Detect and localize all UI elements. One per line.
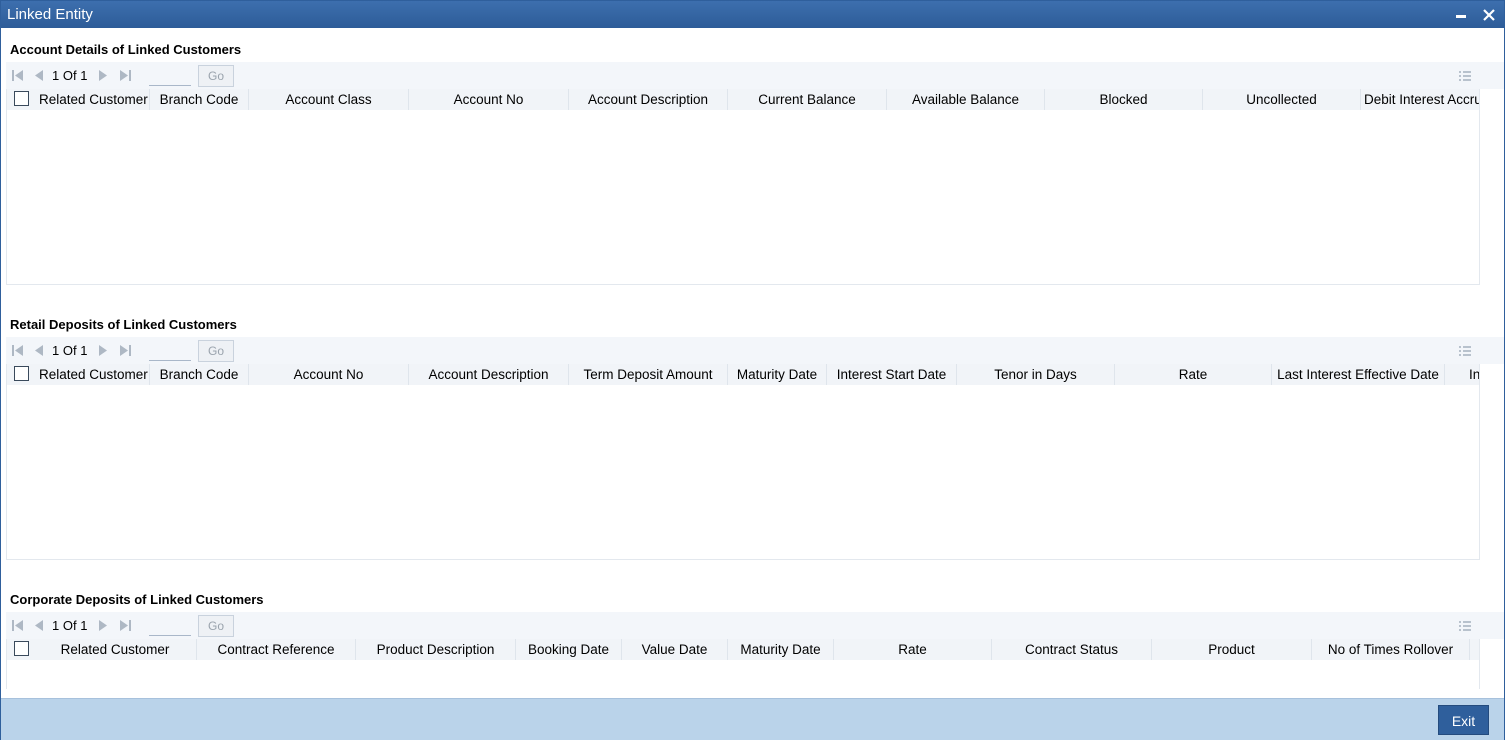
column-header[interactable]: Branch Code <box>150 364 249 385</box>
select-all-checkbox[interactable] <box>14 91 29 106</box>
go-button[interactable]: Go <box>198 615 234 637</box>
column-header[interactable]: Product Description <box>356 639 516 660</box>
page-number-input[interactable] <box>149 616 191 636</box>
grid-header: Related Customer Branch Code Account Cla… <box>7 89 1479 110</box>
account-details-grid: Related Customer Branch Code Account Cla… <box>6 89 1480 285</box>
column-header[interactable]: Last Interest Effective Date <box>1272 364 1445 385</box>
first-page-icon[interactable] <box>12 620 24 631</box>
next-page-icon[interactable] <box>97 70 109 81</box>
page-indicator: 1 Of 1 <box>52 618 88 633</box>
column-header[interactable]: Account No <box>249 364 409 385</box>
go-button[interactable]: Go <box>198 65 234 87</box>
column-header[interactable]: Product <box>1152 639 1312 660</box>
column-options-icon[interactable] <box>1459 620 1471 632</box>
minimize-icon[interactable] <box>1451 5 1471 25</box>
last-page-icon[interactable] <box>119 70 131 81</box>
column-header[interactable]: Related Customer <box>34 364 150 385</box>
column-header[interactable]: Booking Date <box>516 639 622 660</box>
column-header[interactable]: Value Date <box>622 639 728 660</box>
section-title: Corporate Deposits of Linked Customers <box>10 592 264 607</box>
pagination-bar: 1 Of 1 Go <box>6 62 1504 89</box>
linked-entity-window: Linked Entity Account Details of Linked … <box>0 0 1505 740</box>
page-number-input[interactable] <box>149 66 191 86</box>
close-icon[interactable] <box>1479 5 1499 25</box>
column-header[interactable]: Maturity Date <box>728 364 827 385</box>
section-title: Account Details of Linked Customers <box>10 42 242 57</box>
pagination-bar: 1 Of 1 Go <box>6 337 1504 364</box>
column-header[interactable]: Available Balance <box>887 89 1045 110</box>
footer-bar: Exit <box>1 698 1504 740</box>
column-header[interactable]: Tenor in Days <box>957 364 1115 385</box>
grid-header: Related Customer Branch Code Account No … <box>7 364 1479 385</box>
column-header[interactable]: Blocked <box>1045 89 1203 110</box>
pagination-bar: 1 Of 1 Go <box>6 612 1504 639</box>
column-options-icon[interactable] <box>1459 70 1471 82</box>
column-header[interactable]: Contract Status <box>992 639 1152 660</box>
column-header[interactable]: Related Customer <box>34 639 197 660</box>
window-title: Linked Entity <box>7 6 93 23</box>
previous-page-icon[interactable] <box>33 620 45 631</box>
corporate-deposits-grid: Related Customer Contract Reference Prod… <box>6 639 1480 689</box>
go-button[interactable]: Go <box>198 340 234 362</box>
exit-button[interactable]: Exit <box>1438 705 1489 735</box>
column-header[interactable]: Account Class <box>249 89 409 110</box>
section-title: Retail Deposits of Linked Customers <box>10 317 237 332</box>
column-header[interactable]: Rate <box>1115 364 1272 385</box>
first-page-icon[interactable] <box>12 70 24 81</box>
column-header[interactable]: No of Times Rollover <box>1312 639 1470 660</box>
column-header[interactable]: Term Deposit Amount <box>569 364 728 385</box>
previous-page-icon[interactable] <box>33 70 45 81</box>
first-page-icon[interactable] <box>12 345 24 356</box>
select-all-checkbox[interactable] <box>14 641 29 656</box>
column-header[interactable]: Debit Interest Accru <box>1361 89 1479 110</box>
next-page-icon[interactable] <box>97 620 109 631</box>
column-header[interactable]: Rate <box>834 639 992 660</box>
last-page-icon[interactable] <box>119 345 131 356</box>
column-header[interactable]: Contract Reference <box>197 639 356 660</box>
page-indicator: 1 Of 1 <box>52 68 88 83</box>
title-bar: Linked Entity <box>1 1 1504 28</box>
column-header[interactable]: Related Customer <box>34 89 150 110</box>
column-header[interactable]: Account Description <box>409 364 569 385</box>
retail-deposits-grid: Related Customer Branch Code Account No … <box>6 364 1480 560</box>
page-indicator: 1 Of 1 <box>52 343 88 358</box>
column-header[interactable]: Uncollected <box>1203 89 1361 110</box>
column-header[interactable]: Current Balance <box>728 89 887 110</box>
column-header[interactable]: In <box>1445 364 1479 385</box>
column-header[interactable]: Interest Start Date <box>827 364 957 385</box>
previous-page-icon[interactable] <box>33 345 45 356</box>
column-header[interactable]: Account No <box>409 89 569 110</box>
page-number-input[interactable] <box>149 341 191 361</box>
last-page-icon[interactable] <box>119 620 131 631</box>
grid-header: Related Customer Contract Reference Prod… <box>7 639 1479 660</box>
next-page-icon[interactable] <box>97 345 109 356</box>
select-all-checkbox[interactable] <box>14 366 29 381</box>
column-options-icon[interactable] <box>1459 345 1471 357</box>
column-header[interactable]: Account Description <box>569 89 728 110</box>
column-header[interactable]: Branch Code <box>150 89 249 110</box>
column-header[interactable]: Maturity Date <box>728 639 834 660</box>
